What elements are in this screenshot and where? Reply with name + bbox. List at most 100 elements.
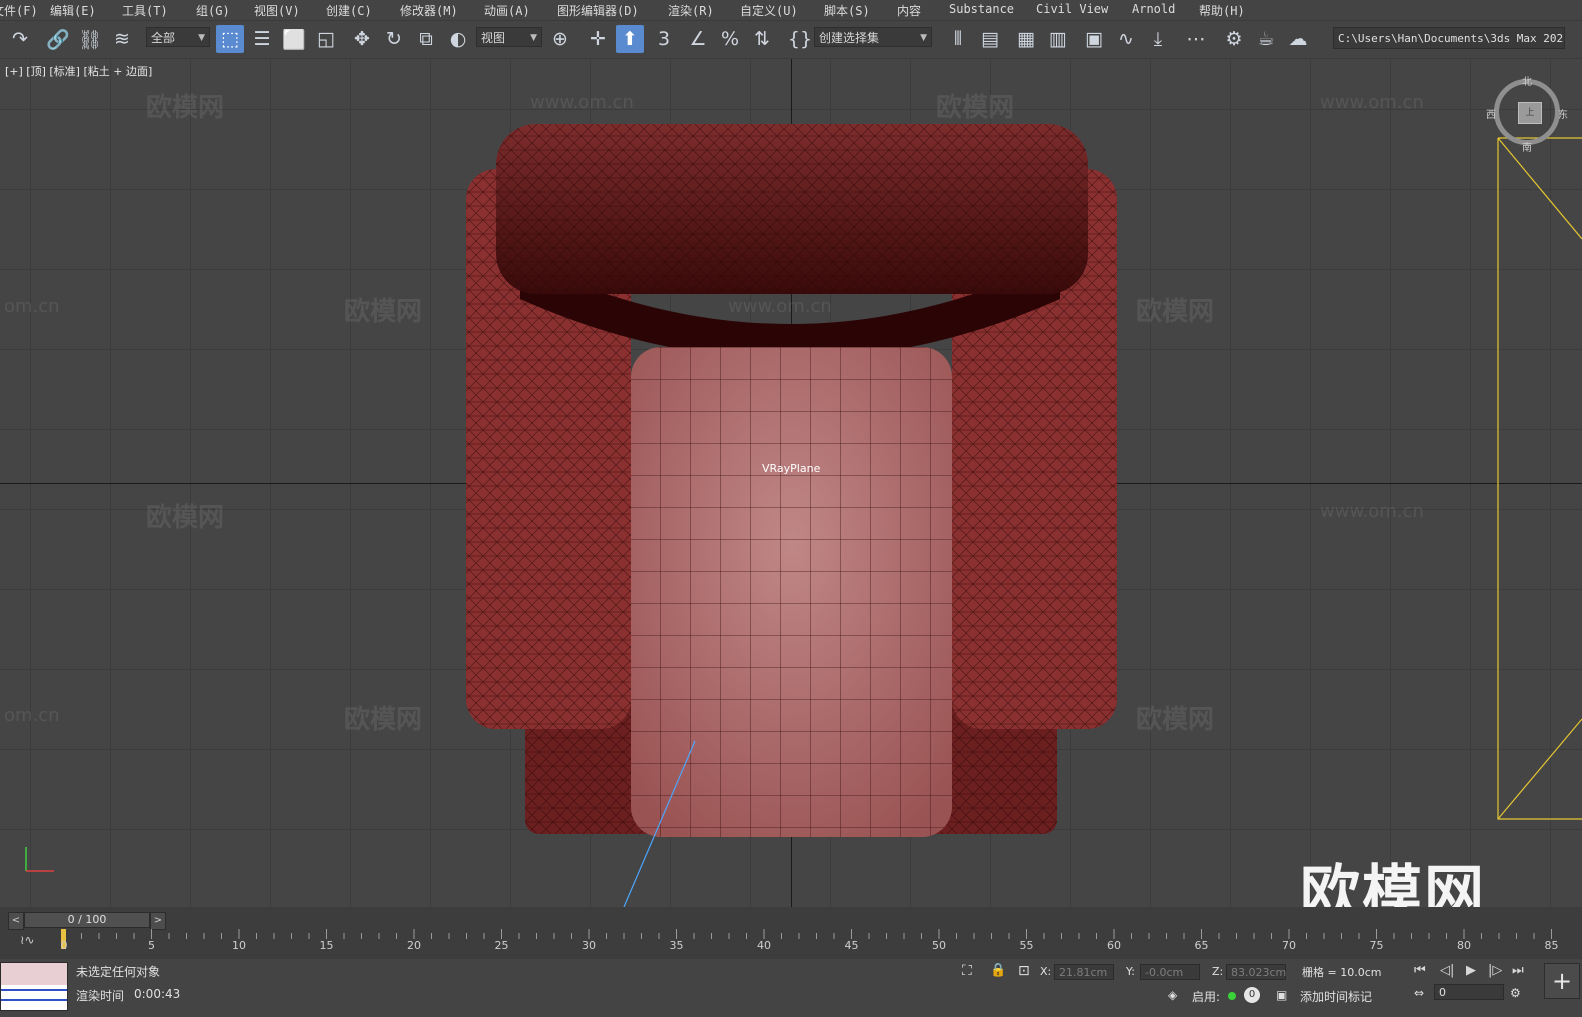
- window-crossing-icon[interactable]: ◱: [312, 25, 340, 53]
- move-icon[interactable]: ✥: [348, 25, 376, 53]
- time-config-icon[interactable]: ⚙: [1510, 986, 1521, 1000]
- menu-item[interactable]: 创建(C): [326, 2, 372, 19]
- adaptive-degradation-icon[interactable]: ◈: [1168, 988, 1177, 1002]
- toggle-ribbon-icon[interactable]: ▥: [1044, 25, 1072, 53]
- place-icon[interactable]: ◐: [444, 25, 472, 53]
- selection-filter-value: 全部: [151, 31, 176, 45]
- render-setup-icon[interactable]: ⚙: [1220, 25, 1248, 53]
- rotate-icon[interactable]: ↻: [380, 25, 408, 53]
- chevron-down-icon: ▼: [530, 33, 537, 43]
- viewcube-west[interactable]: 西: [1486, 106, 1496, 121]
- pivot-center-icon[interactable]: ⊕: [546, 25, 574, 53]
- link-icon[interactable]: 🔗: [44, 25, 72, 53]
- menu-item[interactable]: 自定义(U): [740, 2, 798, 19]
- layer-explorer-icon[interactable]: ▦: [1012, 25, 1040, 53]
- menu-item[interactable]: 修改器(M): [400, 2, 458, 19]
- bind-space-warp-icon[interactable]: ≋: [108, 25, 136, 53]
- snaps-toggle-icon[interactable]: 3: [650, 25, 678, 53]
- select-by-name-icon[interactable]: ☰: [248, 25, 276, 53]
- timeline-track[interactable]: 0 5 10 15 20 25 30 35 40 45 50 55 60 65 70 75 80 85: [61, 929, 1564, 955]
- menu-item[interactable]: 帮助(H): [1199, 2, 1245, 19]
- edit-named-selection-icon[interactable]: {}: [786, 25, 814, 53]
- lock-icon[interactable]: 🔒: [990, 963, 1006, 978]
- menu-item[interactable]: 文件(F): [0, 2, 38, 19]
- percent-snap-icon[interactable]: %: [716, 25, 744, 53]
- redo-icon[interactable]: ↷: [6, 25, 34, 53]
- viewcube-north[interactable]: 北: [1522, 73, 1532, 88]
- menu-item[interactable]: Substance: [949, 2, 1014, 16]
- named-selection-value: 创建选择集: [819, 31, 880, 45]
- next-frame-icon[interactable]: |▷: [1488, 963, 1502, 978]
- scene-explorer-icon[interactable]: ▣: [1080, 25, 1108, 53]
- menu-item[interactable]: 组(G): [196, 2, 230, 19]
- status-bar: 未选定任何对象 渲染时间 0:00:43 ⛶ 🔒 ⊡ X: 21.81cm Y:…: [0, 959, 1582, 1017]
- viewcube-east[interactable]: 东: [1558, 106, 1568, 121]
- render-production-icon[interactable]: ☁: [1284, 25, 1312, 53]
- top-viewport[interactable]: 欧模网 www.om.cn 欧模网 www.om.cn 欧模网 www.om.c…: [0, 59, 1582, 907]
- timeline-tick-label: 10: [232, 939, 246, 952]
- unlink-icon[interactable]: ⛓: [76, 25, 104, 53]
- rect-selection-region-icon[interactable]: ⬜: [280, 25, 308, 53]
- go-to-start-icon[interactable]: ⏮: [1414, 963, 1426, 978]
- next-frame-button[interactable]: >: [150, 912, 166, 930]
- menu-item[interactable]: Arnold: [1132, 2, 1175, 16]
- menu-item[interactable]: 脚本(S): [824, 2, 870, 19]
- named-selection-dropdown[interactable]: 创建选择集 ▼: [814, 27, 932, 47]
- absolute-mode-icon[interactable]: ⊡: [1018, 963, 1030, 979]
- z-coordinate-field[interactable]: 83.023cm: [1226, 964, 1286, 980]
- selection-filter-dropdown[interactable]: 全部 ▼: [146, 27, 210, 47]
- select-manipulate-icon[interactable]: ✛: [584, 25, 612, 53]
- rendered-frame-window-icon[interactable]: ☕: [1252, 25, 1280, 53]
- mini-curve-editor-icon[interactable]: ≀∿: [20, 933, 35, 947]
- menu-item[interactable]: 工具(T): [122, 2, 168, 19]
- scale-icon[interactable]: ⧉: [412, 25, 440, 53]
- maxscript-listener-thumbnail[interactable]: [0, 962, 68, 1011]
- render-time-label: 渲染时间: [76, 989, 125, 1003]
- mirror-icon[interactable]: ⫴: [944, 25, 972, 53]
- keyboard-shortcut-override-icon[interactable]: ⬆: [616, 25, 644, 53]
- viewcube-top-face[interactable]: 上: [1518, 102, 1542, 124]
- angle-snap-icon[interactable]: ∠: [684, 25, 712, 53]
- align-icon[interactable]: ▤: [976, 25, 1004, 53]
- enable-label: 启用:: [1192, 990, 1221, 1004]
- menu-bar: 文件(F) 编辑(E) 工具(T) 组(G) 视图(V) 创建(C) 修改器(M) 动画(A)…: [0, 0, 1582, 21]
- select-object-icon[interactable]: ⬚: [216, 25, 244, 53]
- time-tag-icon[interactable]: ▣: [1276, 988, 1287, 1002]
- timeline-tick-label: 85: [1544, 939, 1559, 952]
- curve-editor-icon[interactable]: ∿: [1112, 25, 1140, 53]
- schematic-view-icon[interactable]: ⤓: [1144, 25, 1172, 53]
- viewcube-south[interactable]: 南: [1522, 139, 1532, 154]
- menu-item[interactable]: 内容: [897, 2, 921, 19]
- reference-coordinate-dropdown[interactable]: 视图 ▼: [476, 27, 542, 47]
- material-editor-icon[interactable]: ⋯: [1182, 25, 1210, 53]
- menu-item[interactable]: 视图(V): [254, 2, 300, 19]
- x-coordinate-field[interactable]: 21.81cm: [1054, 964, 1114, 980]
- add-time-tag-button[interactable]: 添加时间标记: [1300, 988, 1372, 1005]
- viewport-label[interactable]: [+] [顶] [标准] [粘土 + 边面]: [5, 63, 152, 79]
- menu-item[interactable]: 渲染(R): [668, 2, 714, 19]
- menu-item[interactable]: 动画(A): [484, 2, 530, 19]
- time-bar: < 0 / 100 > ≀∿ 0 5 10 15 20 25 30 35 40 45 50 55 60 6…: [0, 907, 1582, 959]
- current-frame-field[interactable]: 0: [1434, 984, 1504, 1000]
- y-label: Y:: [1126, 965, 1135, 978]
- go-to-end-icon[interactable]: ⏭: [1512, 963, 1524, 978]
- enable-count-badge[interactable]: 0: [1244, 987, 1260, 1003]
- menu-item[interactable]: Civil View: [1036, 2, 1108, 16]
- armchair-model[interactable]: [0, 59, 1582, 907]
- isolate-selection-icon[interactable]: ⛶: [962, 963, 972, 979]
- previous-frame-icon[interactable]: ◁|: [1440, 963, 1454, 978]
- brand-logo: 欧模网: [1300, 859, 1486, 907]
- viewcube[interactable]: 上: [1494, 79, 1560, 145]
- spinner-snap-icon[interactable]: ⇅: [748, 25, 776, 53]
- timeline-tick-label: 20: [407, 939, 421, 952]
- add-button[interactable]: +: [1544, 963, 1580, 999]
- y-coordinate-field[interactable]: -0.0cm: [1140, 964, 1200, 980]
- key-mode-icon[interactable]: ⇔: [1414, 986, 1424, 1000]
- menu-item[interactable]: 编辑(E): [50, 2, 96, 19]
- timeline-tick-label: 75: [1369, 939, 1384, 952]
- time-slider[interactable]: 0 / 100: [24, 912, 150, 928]
- project-path-field[interactable]: C:\Users\Han\Documents\3ds Max 2022: [1333, 27, 1565, 49]
- menu-item[interactable]: 图形编辑器(D): [557, 2, 639, 19]
- prev-frame-button[interactable]: <: [8, 912, 24, 930]
- play-icon[interactable]: ▶: [1466, 963, 1476, 978]
